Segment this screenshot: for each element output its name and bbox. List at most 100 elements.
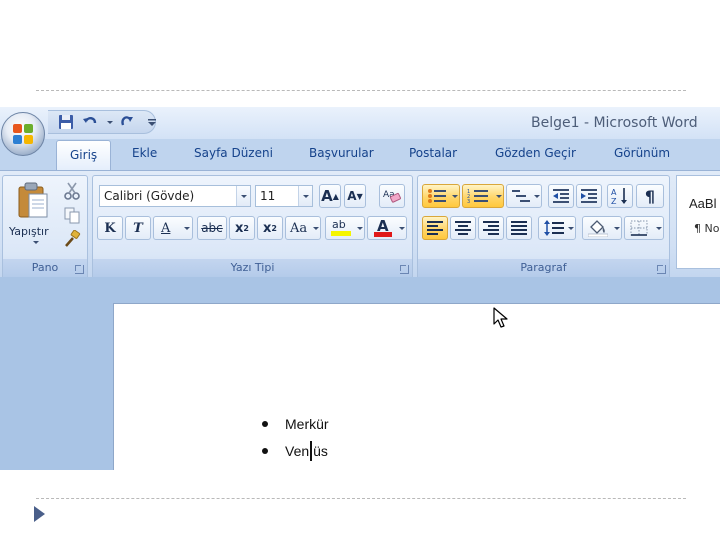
undo-dropdown[interactable] bbox=[103, 112, 113, 132]
text-caret bbox=[310, 440, 313, 461]
shrink-font-icon: A bbox=[347, 189, 357, 203]
paste-button[interactable]: Yapıştır bbox=[7, 180, 59, 252]
chevron-down-icon bbox=[103, 112, 113, 132]
highlight-button[interactable]: ab bbox=[325, 216, 365, 240]
font-dialog-launcher-icon[interactable] bbox=[400, 265, 409, 274]
tab-giris[interactable]: Giriş bbox=[56, 140, 112, 171]
borders-button[interactable] bbox=[624, 216, 664, 240]
title-bar: Belge1 - Microsoft Word bbox=[0, 107, 720, 139]
pilcrow-icon: ¶ bbox=[644, 186, 656, 206]
clear-formatting-button[interactable]: Aa bbox=[379, 184, 405, 208]
italic-button[interactable]: T bbox=[125, 216, 151, 240]
clipboard-dialog-launcher-icon[interactable] bbox=[75, 265, 84, 274]
styles-gallery[interactable]: AaBl ¶ No bbox=[676, 175, 720, 269]
tab-gozden-gecir[interactable]: Gözden Geçir bbox=[495, 146, 576, 160]
bold-button[interactable]: K bbox=[97, 216, 123, 240]
copy-button[interactable] bbox=[63, 206, 83, 226]
bullets-button[interactable] bbox=[422, 184, 460, 208]
line-spacing-icon bbox=[544, 220, 564, 236]
tab-postalar[interactable]: Postalar bbox=[409, 146, 457, 160]
grow-font-button[interactable]: A ▲ bbox=[319, 184, 341, 208]
paint-bucket-icon bbox=[588, 220, 608, 237]
clipboard-icon bbox=[18, 182, 48, 218]
paragraph-dialog-launcher-icon[interactable] bbox=[657, 265, 666, 274]
bullet-list: Merkür Ven üs bbox=[262, 410, 329, 464]
align-right-icon bbox=[483, 221, 499, 235]
superscript-digit: 2 bbox=[271, 223, 277, 233]
highlight-text: ab bbox=[332, 218, 346, 231]
bullet-list-icon bbox=[428, 189, 446, 203]
style-sample-label: ¶ No bbox=[694, 222, 720, 235]
highlighter-icon: ab bbox=[331, 218, 351, 238]
group-clipboard: Yapıştır Pano bbox=[2, 175, 88, 281]
list-item[interactable]: Merkür bbox=[262, 410, 329, 437]
increase-indent-button[interactable] bbox=[576, 184, 602, 208]
redo-button[interactable] bbox=[115, 112, 137, 132]
numbered-list-icon: 1 2 3 bbox=[467, 189, 488, 204]
document-page[interactable]: Merkür Ven üs bbox=[113, 303, 720, 470]
change-case-button[interactable]: Aa bbox=[285, 216, 321, 240]
style-sample-normal[interactable]: AaBl bbox=[689, 196, 716, 211]
chevron-down-icon bbox=[353, 218, 363, 238]
font-name-combo[interactable]: Calibri (Gövde) bbox=[99, 185, 251, 207]
tab-basvurular[interactable]: Başvurular bbox=[309, 146, 374, 160]
slide-top-rule bbox=[36, 90, 686, 91]
sort-button[interactable]: A Z bbox=[607, 184, 633, 208]
chevron-down-icon[interactable] bbox=[236, 186, 250, 206]
save-button[interactable] bbox=[55, 112, 77, 132]
decrease-indent-icon bbox=[553, 189, 569, 203]
bullet-icon bbox=[262, 447, 268, 454]
line-spacing-button[interactable] bbox=[538, 216, 576, 240]
align-center-button[interactable] bbox=[450, 216, 476, 240]
chevron-down-icon bbox=[652, 218, 662, 238]
subscript-button[interactable]: x2 bbox=[229, 216, 255, 240]
format-painter-button[interactable] bbox=[63, 229, 83, 250]
superscript-icon: x bbox=[263, 220, 272, 236]
align-center-icon bbox=[455, 221, 471, 235]
list-item[interactable]: Ven üs bbox=[262, 437, 329, 464]
office-logo-icon bbox=[13, 124, 34, 145]
underline-icon: A bbox=[161, 220, 171, 236]
customize-icon bbox=[148, 119, 156, 126]
tab-sayfa-duzeni[interactable]: Sayfa Düzeni bbox=[194, 146, 273, 160]
show-formatting-button[interactable]: ¶ bbox=[636, 184, 664, 208]
chevron-down-icon bbox=[564, 218, 574, 238]
font-size-combo[interactable]: 11 bbox=[255, 185, 313, 207]
sort-icon: A Z bbox=[611, 188, 627, 205]
font-color-button[interactable]: A bbox=[367, 216, 407, 240]
multilevel-list-button[interactable] bbox=[506, 184, 542, 208]
brush-icon bbox=[65, 229, 81, 247]
tab-ekle[interactable]: Ekle bbox=[132, 146, 157, 160]
chevron-down-icon bbox=[492, 186, 502, 206]
justify-button[interactable] bbox=[506, 216, 532, 240]
chevron-down-icon[interactable] bbox=[298, 186, 312, 206]
shading-button[interactable] bbox=[582, 216, 622, 240]
cut-button[interactable] bbox=[63, 182, 83, 202]
subscript-digit: 2 bbox=[243, 223, 249, 233]
group-paragraph: 1 2 3 A Z ¶ Paragraf bbox=[417, 175, 670, 281]
superscript-button[interactable]: x2 bbox=[257, 216, 283, 240]
office-button[interactable] bbox=[1, 112, 45, 156]
font-color-icon: A bbox=[374, 217, 392, 238]
save-icon bbox=[59, 115, 73, 129]
undo-icon bbox=[83, 117, 97, 124]
subscript-icon: x bbox=[235, 220, 244, 236]
align-right-button[interactable] bbox=[478, 216, 504, 240]
customize-qat-button[interactable] bbox=[145, 112, 159, 132]
increase-indent-icon bbox=[581, 189, 597, 203]
redo-icon bbox=[121, 116, 133, 126]
list-item-text: Merkür bbox=[285, 415, 329, 432]
svg-text:3: 3 bbox=[467, 199, 470, 204]
decrease-indent-button[interactable] bbox=[548, 184, 574, 208]
tab-gorunum[interactable]: Görünüm bbox=[614, 146, 670, 160]
word-window: Belge1 - Microsoft Word Giriş Ekle Sayfa… bbox=[0, 107, 720, 470]
scissors-icon bbox=[64, 182, 80, 200]
align-left-button[interactable] bbox=[422, 216, 448, 240]
undo-button[interactable] bbox=[79, 112, 101, 132]
numbering-button[interactable]: 1 2 3 bbox=[462, 184, 504, 208]
shrink-font-button[interactable]: A ▼ bbox=[344, 184, 366, 208]
quick-access-toolbar bbox=[55, 111, 159, 133]
align-left-icon bbox=[427, 221, 443, 235]
underline-button[interactable]: A bbox=[153, 216, 193, 240]
strikethrough-button[interactable]: abc bbox=[197, 216, 227, 240]
